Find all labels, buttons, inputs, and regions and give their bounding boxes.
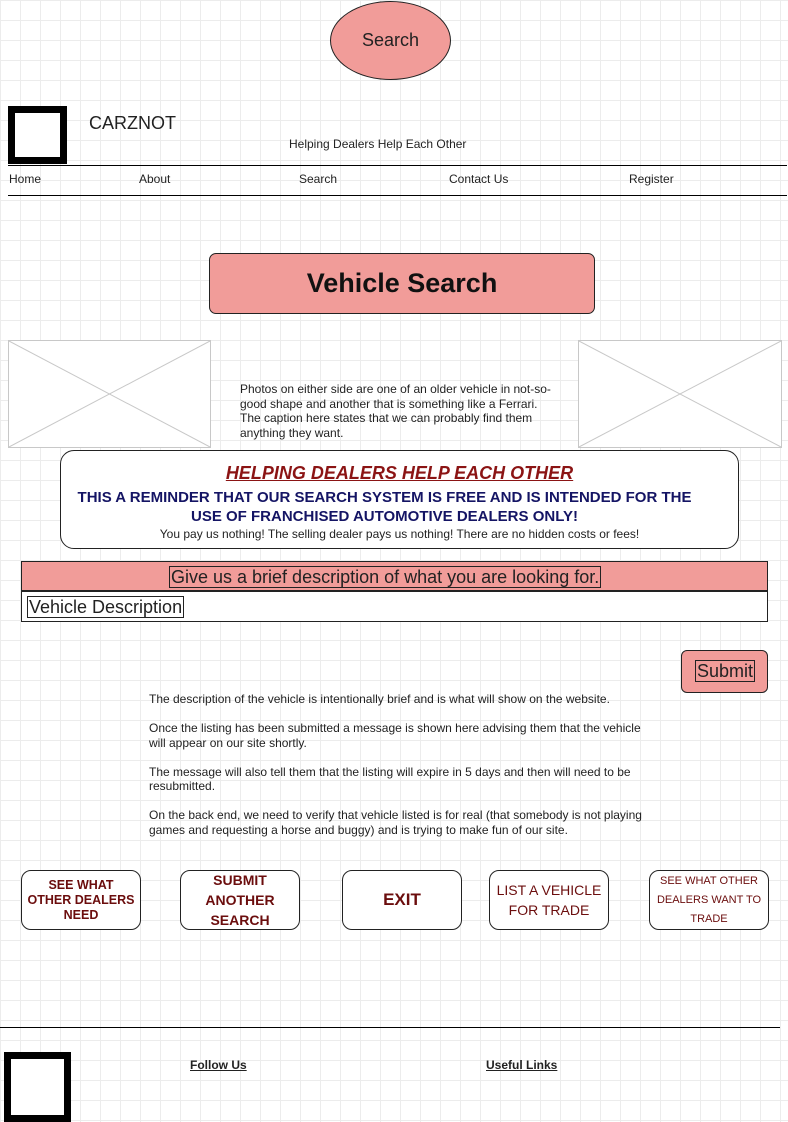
note-paragraph: The description of the vehicle is intent… [149, 692, 610, 706]
see-dealer-needs-button[interactable]: SEE WHAT OTHER DEALERS NEED [21, 870, 141, 930]
submit-another-search-label: SUBMIT ANOTHER SEARCH [205, 872, 275, 928]
submit-another-search-button[interactable]: SUBMIT ANOTHER SEARCH [180, 870, 300, 930]
submit-button-label: Submit [695, 660, 756, 682]
exit-label: EXIT [383, 890, 421, 909]
submit-button[interactable]: Submit [681, 650, 768, 693]
note-paragraph: Once the listing has been submitted a me… [149, 721, 641, 750]
image-placeholder-right-icon [579, 341, 781, 447]
nav-register[interactable]: Register [629, 172, 674, 186]
notes-section: The description of the vehicle is intent… [149, 692, 649, 852]
reminder-footnote: You pay us nothing! The selling dealer p… [159, 527, 640, 541]
tagline: Helping Dealers Help Each Other [289, 137, 467, 151]
note-paragraph: On the back end, we need to verify that … [149, 808, 642, 837]
footer-logo-placeholder [4, 1052, 71, 1122]
top-search-button[interactable]: Search [330, 1, 451, 80]
image-placeholder-left [8, 340, 211, 448]
note-paragraph: The message will also tell them that the… [149, 764, 631, 794]
brand-name: CARZNOT [89, 113, 176, 133]
page-title: Vehicle Search [209, 253, 595, 314]
page-title-text: Vehicle Search [306, 268, 498, 298]
description-prompt: Give us a brief description of what you … [169, 566, 602, 588]
list-vehicle-for-trade-button[interactable]: LIST A VEHICLE FOR TRADE [489, 870, 609, 930]
image-placeholder-right [578, 340, 782, 448]
see-dealer-trades-label: SEE WHAT OTHER DEALERS WANT TO TRADE [656, 874, 762, 925]
reminder-heading: HELPING DEALERS HELP EACH OTHER [225, 463, 574, 483]
nav-top-divider [8, 165, 787, 166]
exit-button[interactable]: EXIT [342, 870, 462, 930]
footer-useful-links[interactable]: Useful Links [486, 1058, 557, 1072]
reminder-body: THIS A REMINDER THAT OUR SEARCH SYSTEM I… [77, 489, 692, 525]
top-search-label: Search [361, 30, 420, 50]
footer-divider [0, 1027, 780, 1028]
vehicle-description-label: Vehicle Description [27, 596, 185, 618]
image-placeholder-left-icon [9, 341, 210, 447]
see-dealer-trades-button[interactable]: SEE WHAT OTHER DEALERS WANT TO TRADE [649, 870, 769, 930]
see-dealer-needs-label: SEE WHAT OTHER DEALERS NEED [27, 877, 135, 922]
nav-home[interactable]: Home [9, 172, 41, 186]
logo-placeholder [8, 106, 67, 164]
nav-bottom-divider [8, 195, 787, 196]
photo-caption: Photos on either side are one of an olde… [240, 382, 551, 440]
footer-follow-us[interactable]: Follow Us [190, 1058, 247, 1072]
reminder-box: HELPING DEALERS HELP EACH OTHER THIS A R… [60, 450, 739, 549]
vehicle-description-field[interactable]: Vehicle Description [21, 591, 768, 622]
nav-contact-us[interactable]: Contact Us [449, 172, 508, 186]
description-prompt-bar: Give us a brief description of what you … [21, 561, 768, 591]
nav-search[interactable]: Search [299, 172, 337, 186]
nav-about[interactable]: About [139, 172, 170, 186]
list-vehicle-for-trade-label: LIST A VEHICLE FOR TRADE [496, 882, 602, 918]
